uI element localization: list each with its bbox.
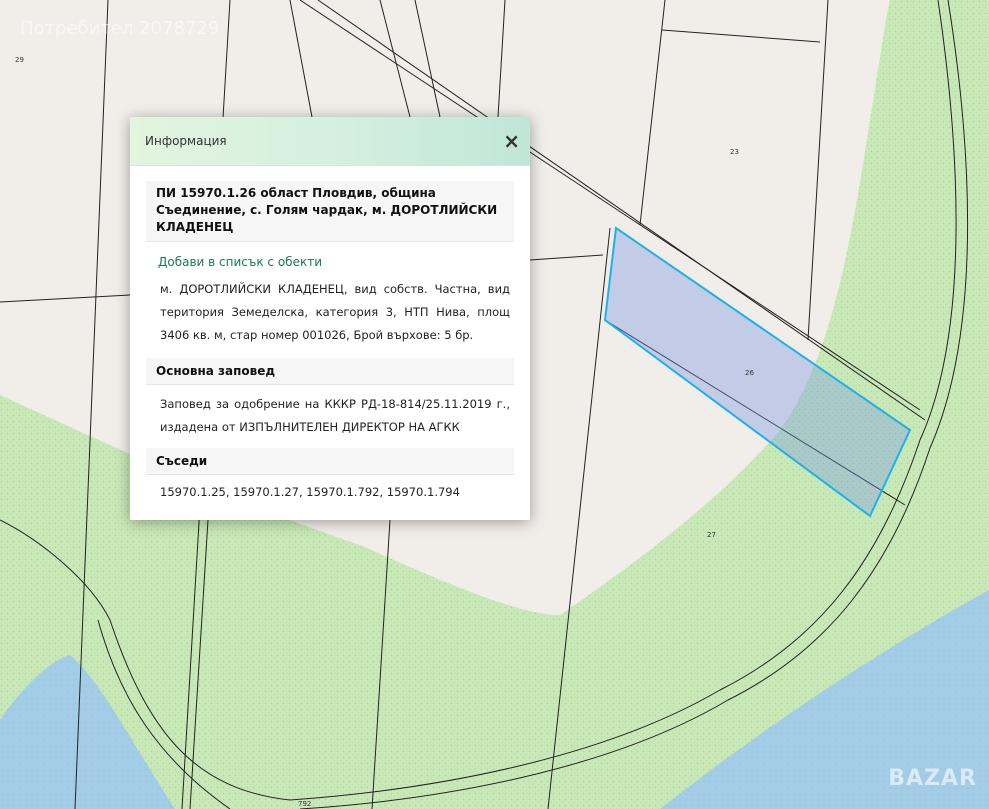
parcel-title: ПИ 15970.1.26 област Пловдив, община Съе… bbox=[146, 181, 514, 242]
close-icon[interactable]: × bbox=[503, 131, 520, 151]
popup-header: Информация × bbox=[130, 117, 530, 166]
add-to-list-link[interactable]: Добави в списък с обекти bbox=[158, 255, 514, 269]
parcel-label-792: 792 bbox=[298, 800, 311, 808]
popup-body: ПИ 15970.1.26 област Пловдив, община Съе… bbox=[130, 166, 530, 509]
info-popup: Информация × ПИ 15970.1.26 област Пловди… bbox=[130, 117, 530, 520]
brand-logo: BAZAR bbox=[888, 766, 977, 791]
parcel-description: м. ДОРОТЛИЙСКИ КЛАДЕНЕЦ, вид собств. Час… bbox=[160, 282, 510, 342]
neighbors-list: 15970.1.25, 15970.1.27, 15970.1.792, 159… bbox=[160, 485, 460, 499]
parcel-label-29: 29 bbox=[15, 56, 24, 64]
order-text: Заповед за одобрение на КККР РД-18-814/2… bbox=[160, 397, 510, 434]
user-watermark: Потребител 2078729 bbox=[20, 18, 220, 39]
parcel-label-27: 27 bbox=[707, 531, 716, 539]
parcel-label-26: 26 bbox=[745, 369, 754, 377]
parcel-label-23: 23 bbox=[730, 148, 739, 156]
order-section-header: Основна заповед bbox=[146, 358, 514, 385]
neighbors-section-header: Съседи bbox=[146, 448, 514, 475]
popup-title: Информация bbox=[145, 134, 227, 148]
